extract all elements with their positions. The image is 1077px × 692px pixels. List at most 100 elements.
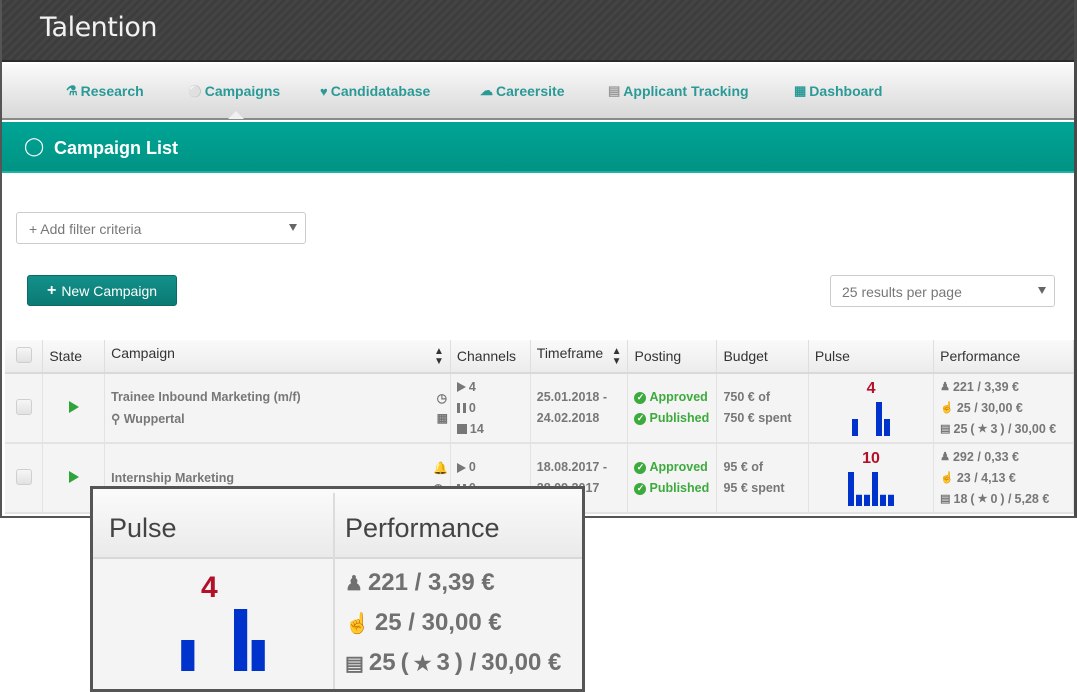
play-icon <box>456 382 466 392</box>
channels-running: 4 <box>456 377 524 398</box>
pulse-bar <box>856 494 863 506</box>
talention-logo[interactable]: Talention <box>40 12 158 43</box>
performance-cell: ♟ 221 / 3,39 € ☝ 25 / 30,00 € ▤ 25 (★ 3) / 3… <box>933 373 1074 444</box>
table-row[interactable]: Trainee Inbound Marketing (m/f) ⚲ Wupper… <box>5 373 1074 444</box>
row-checkbox[interactable] <box>15 468 32 485</box>
budget-spent: 95 € spent <box>723 481 785 495</box>
sort-icon[interactable]: ▲ ▼ <box>612 347 622 367</box>
pulse-bar <box>848 472 855 506</box>
header-campaign[interactable]: Campaign ▲ ▼ <box>104 340 451 374</box>
map-marker-icon: ⚲ <box>111 412 121 426</box>
pulse-cell: 10 <box>808 443 935 514</box>
header-campaign-label: Campaign <box>111 345 175 361</box>
approved-status: ✓ Approved <box>634 387 710 408</box>
results-per-page-select[interactable]: 25 results per page <box>830 275 1055 307</box>
user-icon: ♟ <box>940 380 950 393</box>
zoom-inset: Pulse Performance 4 ♟ 221 / 3,39 € ☝ 25 / … <box>90 486 585 692</box>
play-icon[interactable] <box>68 400 79 413</box>
timeframe-start: 25.01.2018 - <box>536 390 607 404</box>
perf-text: 221 / 3,39 € <box>367 569 495 596</box>
budget-total: 95 € of <box>723 460 764 474</box>
inset-perf-applications: ▤ 25(★ 3) / 30,00 € <box>345 649 562 676</box>
nav-research[interactable]: ⚗ Research <box>66 83 144 99</box>
document-icon: ▤ <box>940 422 951 435</box>
state-cell <box>42 373 106 444</box>
check-circle-icon: ✓ <box>634 482 647 495</box>
pulse-bar <box>864 494 871 506</box>
inset-pulse-sparkline <box>181 609 265 671</box>
timeframe-end: 24.02.2018 <box>536 411 600 425</box>
perf-text: 292 / 0,33 € <box>952 449 1020 464</box>
header-channels[interactable]: Channels <box>450 340 531 374</box>
pulse-bar <box>251 640 265 671</box>
filter-criteria-select[interactable]: + Add filter criteria <box>16 212 306 244</box>
inset-perf-clicks: ☝ 25 / 30,00 € <box>345 609 502 637</box>
perf-text: 0 <box>990 491 998 506</box>
channels-running: 0 <box>456 457 524 478</box>
row-checkbox[interactable] <box>15 398 32 415</box>
published-status: ✓ Published <box>634 408 710 429</box>
check-circle-icon: ✓ <box>634 391 647 404</box>
pulse-cell: 4 <box>808 373 935 444</box>
hand-pointer-icon: ☝ <box>940 471 954 484</box>
pulse-sparkline[interactable] <box>841 470 901 506</box>
perf-text: 3 <box>990 421 998 436</box>
nav-campaigns[interactable]: ⚪ Campaigns <box>188 83 280 99</box>
row-select-cell <box>5 373 44 444</box>
lightbulb-icon: ⚪ <box>188 85 202 98</box>
user-icon: ♟ <box>345 572 363 595</box>
check-circle-icon: ✓ <box>634 461 647 474</box>
star-icon: ★ <box>977 422 988 435</box>
header-state[interactable]: State <box>42 340 106 374</box>
bell-icon: 🔔 <box>432 461 448 475</box>
campaign-name[interactable]: Internship Marketing <box>111 471 444 485</box>
new-campaign-button[interactable]: + New Campaign <box>27 275 177 306</box>
nav-careersite[interactable]: ☁ Careersite <box>480 83 565 99</box>
campaign-location: ⚲ Wuppertal <box>111 411 444 426</box>
header-posting[interactable]: Posting <box>627 340 718 374</box>
row-select-cell <box>5 443 44 514</box>
pulse-value: 10 <box>862 450 880 467</box>
hand-pointer-icon: ☝ <box>940 401 954 414</box>
table-header-row: State Campaign ▲ ▼ Channels Timeframe ▲ ▼ Po… <box>5 340 1074 374</box>
select-all-checkbox[interactable] <box>15 346 32 363</box>
nav-applicant-tracking[interactable]: ▤ Applicant Tracking <box>608 83 749 99</box>
perf-text: 3 <box>436 649 450 676</box>
pulse-sparkline[interactable] <box>841 400 901 436</box>
campaign-name[interactable]: Trainee Inbound Marketing (m/f) <box>111 390 444 404</box>
nav-dashboard[interactable]: ▦ Dashboard <box>794 83 882 99</box>
timeframe-start: 18.08.2017 - <box>536 460 607 474</box>
sort-icon[interactable]: ▲ ▼ <box>434 347 444 367</box>
posting-cell: ✓ Approved ✓ Published <box>627 373 718 444</box>
app-window: Talention ⚗ Research ⚪ Campaigns ♥ Candi… <box>0 0 1077 518</box>
perf-applications: ▤ 25 (★ 3) / 30,00 € <box>940 419 1067 440</box>
header-budget[interactable]: Budget <box>716 340 809 374</box>
star-icon: ★ <box>413 652 432 675</box>
count: 14 <box>469 421 484 436</box>
document-icon: ▤ <box>345 652 364 675</box>
pulse-bar <box>852 419 859 436</box>
play-icon[interactable] <box>68 470 79 483</box>
pulse-bar <box>234 609 248 671</box>
header-timeframe[interactable]: Timeframe ▲ ▼ <box>530 340 629 374</box>
document-icon: ▤ <box>940 492 951 505</box>
check-circle-icon: ✓ <box>634 412 647 425</box>
budget-cell: 750 € of 750 € spent <box>716 373 809 444</box>
header-pulse[interactable]: Pulse <box>808 340 935 374</box>
perf-visitors: ♟ 221 / 3,39 € <box>940 377 1067 398</box>
nav-label: Candidatabase <box>330 83 431 99</box>
perf-applications: ▤ 18 (★ 0) / 5,28 € <box>940 489 1067 510</box>
perf-clicks: ☝ 25 / 30,00 € <box>940 398 1067 419</box>
inset-divider <box>333 493 335 689</box>
budget-spent: 750 € spent <box>723 411 792 425</box>
pulse-bar <box>181 640 195 671</box>
hand-pointer-icon: ☝ <box>345 612 370 635</box>
nav-label: Campaigns <box>204 83 281 99</box>
cloud-icon: ☁ <box>480 83 493 98</box>
count: 0 <box>468 460 476 474</box>
header-performance[interactable]: Performance <box>933 340 1074 374</box>
perf-text: 25 <box>953 421 968 436</box>
campaign-status-icons: ◷ ▦ <box>437 391 448 425</box>
nav-candidatabase[interactable]: ♥ Candidatabase <box>320 83 430 99</box>
count: 4 <box>468 379 476 394</box>
